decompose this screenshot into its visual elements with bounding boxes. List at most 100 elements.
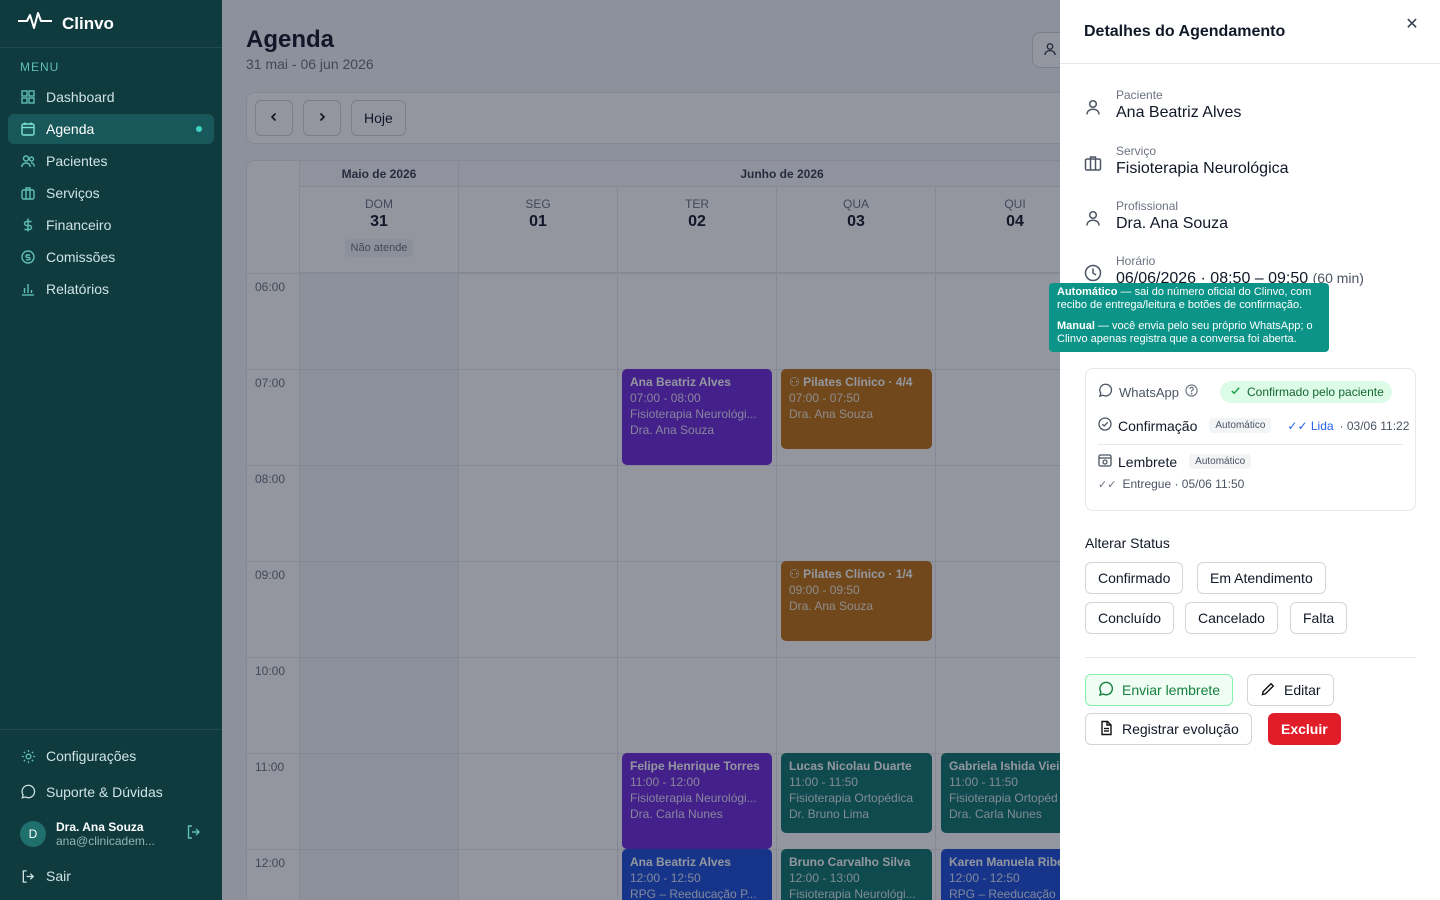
status-badge-text: Confirmado pelo paciente [1247, 385, 1384, 399]
sidebar-item-label: Comissões [46, 249, 116, 265]
professional-detail: Profissional Dra. Ana Souza [1084, 199, 1228, 233]
document-icon [1098, 720, 1114, 739]
logout-label: Sair [46, 868, 71, 884]
status-cancelled-button[interactable]: Cancelado [1185, 602, 1278, 634]
register-evolution-label: Registrar evolução [1122, 721, 1239, 737]
mode-tag: Automático [1189, 454, 1252, 469]
service-detail: Serviço Fisioterapia Neurológica [1084, 144, 1289, 178]
dollar-icon [20, 217, 36, 233]
reminder-status: Entregue · 05/06 11:50 [1122, 477, 1245, 491]
user-icon [1084, 98, 1102, 116]
check-circle-icon [1098, 417, 1112, 434]
whatsapp-icon [20, 784, 36, 800]
modal-backdrop[interactable] [222, 0, 1060, 900]
user-profile[interactable]: D Dra. Ana Souza ana@clinicadem... [0, 810, 222, 858]
check-icon [1230, 385, 1241, 399]
status-no-show-button[interactable]: Falta [1290, 602, 1348, 634]
double-check-icon: ✓✓ [1287, 418, 1308, 433]
sidebar-item-financeiro[interactable]: Financeiro [8, 210, 214, 240]
mode-tag: Automático [1209, 418, 1272, 433]
users-icon [20, 153, 36, 169]
calendar-icon [20, 121, 36, 137]
detail-label: Profissional [1116, 199, 1179, 213]
send-reminder-button[interactable]: Enviar lembrete [1085, 674, 1234, 706]
pulse-icon [18, 11, 52, 36]
whatsapp-header: WhatsApp [1098, 383, 1198, 401]
clock-icon [1084, 264, 1102, 282]
professional-name: Dra. Ana Souza [1116, 215, 1229, 232]
patient-name[interactable]: Ana Beatriz Alves [1116, 104, 1241, 122]
sidebar-item-label: Financeiro [46, 217, 112, 233]
sidebar-item-servicos[interactable]: Serviços [8, 178, 214, 208]
service-name: Fisioterapia Neurológica [1116, 160, 1289, 177]
coin-icon [20, 249, 36, 265]
whatsapp-messages-card: WhatsApp Confirmado pelo paciente Confir… [1085, 368, 1416, 511]
calendar-clock-icon [1098, 453, 1112, 470]
register-evolution-button[interactable]: Registrar evolução [1085, 713, 1252, 745]
logout-icon [20, 868, 36, 884]
reminder-status-row: ✓✓ Entregue · 05/06 11:50 [1098, 477, 1244, 491]
briefcase-icon [1084, 154, 1102, 172]
chart-icon [20, 281, 36, 297]
tooltip-manual-title: Manual [1057, 320, 1095, 332]
detail-label: Paciente [1116, 88, 1163, 102]
sidebar-item-comissoes[interactable]: Comissões [8, 242, 214, 272]
switch-account-icon[interactable] [186, 824, 202, 845]
divider [1098, 444, 1403, 445]
user-email: ana@clinicadem... [56, 834, 155, 848]
support-label: Suporte & Dúvidas [46, 784, 163, 800]
sidebar-item-label: Serviços [46, 185, 100, 201]
user-icon [1084, 209, 1102, 227]
detail-label: Horário [1116, 254, 1156, 268]
detail-label: Serviço [1116, 144, 1157, 158]
edit-label: Editar [1284, 682, 1321, 698]
confirmation-label: Confirmação [1118, 417, 1198, 434]
logout-link[interactable]: Sair [0, 858, 222, 894]
divider [1085, 657, 1416, 658]
gear-icon [20, 748, 36, 764]
edit-button[interactable]: Editar [1247, 674, 1334, 706]
tooltip-manual-text: — você envia pelo seu próprio WhatsApp; … [1057, 320, 1313, 345]
status-in-progress-button[interactable]: Em Atendimento [1197, 562, 1326, 594]
grid-icon [20, 89, 36, 105]
status-done-button[interactable]: Concluído [1085, 602, 1175, 634]
drawer-title: Detalhes do Agendamento [1084, 22, 1286, 40]
sidebar-footer: Configurações Suporte & Dúvidas D Dra. A… [0, 729, 222, 900]
status-badge: Confirmado pelo paciente [1220, 381, 1392, 403]
help-circle-icon[interactable] [1185, 384, 1198, 400]
reminder-label: Lembrete [1118, 453, 1178, 470]
brand-name: Clinvo [62, 13, 114, 33]
menu-label: MENU [20, 60, 60, 74]
read-time: · 03/06 11:22 [1339, 418, 1410, 433]
status-confirmed-button[interactable]: Confirmado [1085, 562, 1184, 594]
sidebar-item-dashboard[interactable]: Dashboard [8, 82, 214, 112]
send-reminder-label: Enviar lembrete [1122, 682, 1221, 698]
pencil-icon [1260, 681, 1276, 700]
delete-button[interactable]: Excluir [1268, 713, 1341, 745]
whatsapp-label: WhatsApp [1119, 384, 1179, 400]
status-section-title: Alterar Status [1085, 535, 1170, 551]
sidebar-item-pacientes[interactable]: Pacientes [8, 146, 214, 176]
avatar: D [20, 821, 46, 847]
sidebar-item-relatorios[interactable]: Relatórios [8, 274, 214, 304]
patient-detail: Paciente Ana Beatriz Alves [1084, 88, 1241, 122]
close-icon[interactable]: ✕ [1402, 14, 1422, 34]
active-dot [196, 126, 202, 132]
read-status: Lida [1310, 418, 1334, 433]
user-name: Dra. Ana Souza [56, 820, 144, 834]
double-check-icon: ✓✓ [1098, 478, 1117, 491]
briefcase-icon [20, 185, 36, 201]
sidebar-item-label: Agenda [46, 121, 95, 137]
drawer-header: Detalhes do Agendamento [1060, 0, 1440, 64]
brand[interactable]: Clinvo [0, 0, 222, 48]
sidebar: Clinvo MENU Dashboard Agenda Pacientes S… [0, 0, 222, 900]
whatsapp-icon [1098, 681, 1114, 700]
sidebar-item-label: Dashboard [46, 89, 115, 105]
sidebar-item-agenda[interactable]: Agenda [8, 114, 214, 144]
reminder-row: Lembrete Automático [1098, 453, 1252, 470]
whatsapp-icon [1098, 383, 1113, 401]
confirmation-row: Confirmação Automático ✓✓ Lida · 03/06 1… [1098, 417, 1409, 434]
sidebar-item-label: Pacientes [46, 153, 108, 169]
settings-link[interactable]: Configurações [0, 738, 222, 774]
support-link[interactable]: Suporte & Dúvidas [0, 774, 222, 810]
